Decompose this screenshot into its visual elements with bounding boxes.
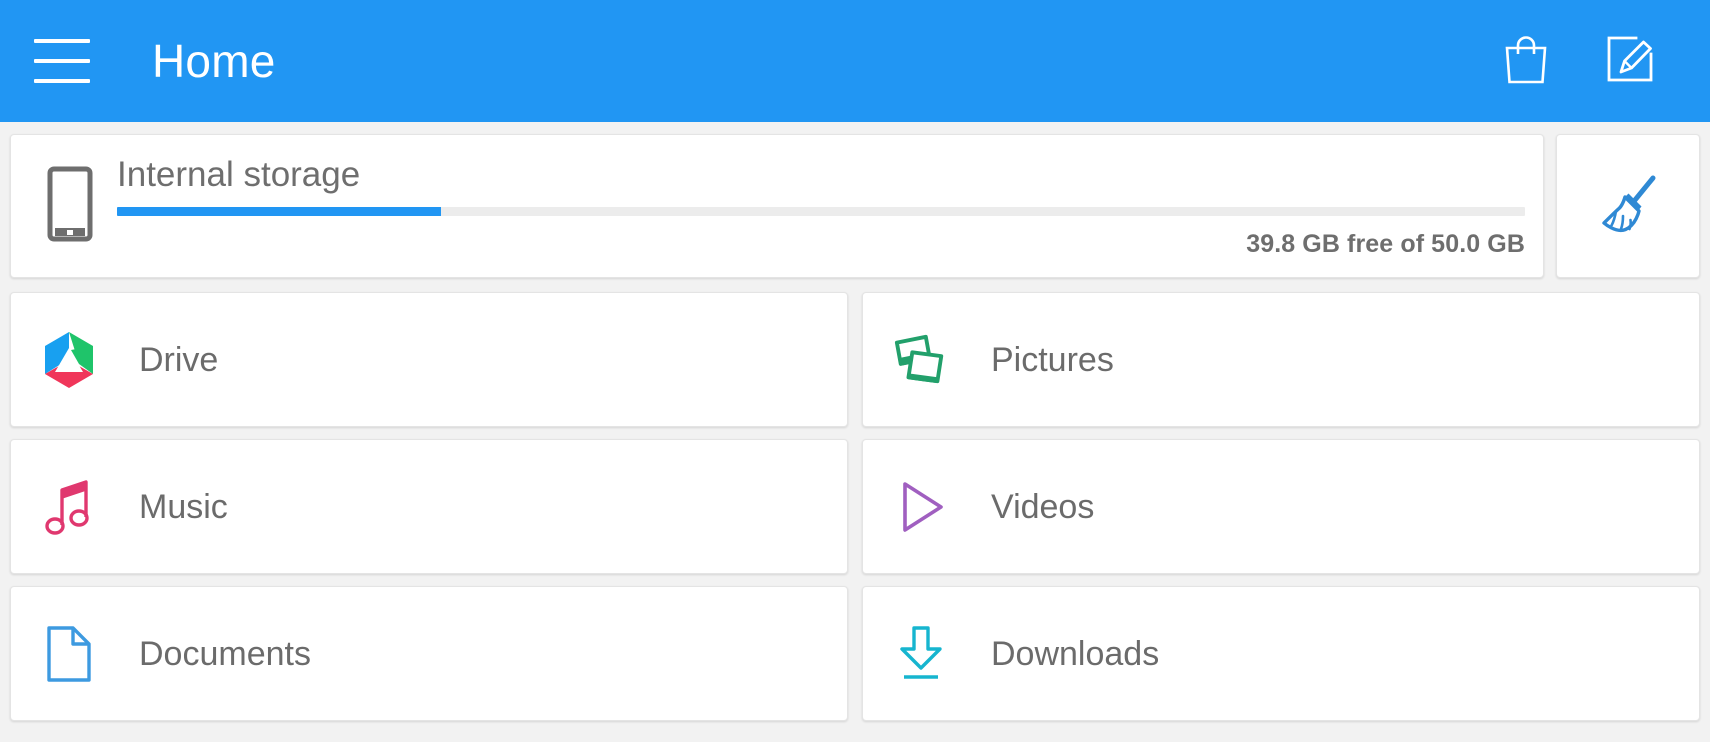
phone-icon — [47, 166, 93, 247]
shortcut-label: Documents — [139, 634, 311, 673]
app-bar-actions — [1498, 33, 1710, 89]
storage-progress-fill — [117, 207, 441, 217]
download-arrow-icon — [893, 625, 949, 682]
shortcut-drive[interactable]: Drive — [10, 292, 848, 427]
internal-storage-card[interactable]: Internal storage 39.8 GB free of 50.0 GB — [10, 134, 1544, 278]
shortcut-label: Drive — [139, 340, 219, 379]
shopping-bag-button[interactable] — [1498, 33, 1554, 89]
storage-details: Internal storage 39.8 GB free of 50.0 GB — [117, 153, 1525, 260]
storage-free-label: 39.8 GB free of 50.0 GB — [1246, 230, 1525, 259]
shortcut-videos[interactable]: Videos — [862, 439, 1700, 574]
shortcut-pictures[interactable]: Pictures — [862, 292, 1700, 427]
hamburger-line — [34, 59, 90, 63]
pictures-icon — [893, 332, 949, 388]
shortcut-documents[interactable]: Documents — [10, 586, 848, 721]
drive-hexagon-icon — [41, 331, 97, 388]
storage-title: Internal storage — [117, 154, 361, 194]
clean-storage-button[interactable] — [1556, 134, 1700, 278]
shopping-bag-icon — [1502, 33, 1550, 90]
edit-square-icon — [1605, 34, 1655, 89]
shortcut-downloads[interactable]: Downloads — [862, 586, 1700, 721]
document-page-icon — [41, 625, 97, 682]
shortcut-music[interactable]: Music — [10, 439, 848, 574]
storage-progress-bar — [117, 207, 1525, 217]
hamburger-line — [34, 79, 90, 83]
shortcut-label: Pictures — [991, 340, 1114, 379]
app-bar: Home — [0, 0, 1710, 122]
music-note-icon — [41, 479, 97, 535]
storage-row: Internal storage 39.8 GB free of 50.0 GB — [10, 134, 1700, 278]
play-triangle-icon — [893, 479, 949, 535]
main-content: Internal storage 39.8 GB free of 50.0 GB — [0, 122, 1710, 721]
hamburger-line — [34, 39, 90, 43]
page-title: Home — [152, 35, 276, 87]
hamburger-menu-icon[interactable] — [34, 39, 90, 83]
shortcut-label: Downloads — [991, 634, 1160, 673]
broom-icon — [1592, 168, 1664, 245]
shortcut-grid: Drive Pictures Music Videos Documents Do… — [10, 292, 1700, 721]
edit-button[interactable] — [1602, 33, 1658, 89]
shortcut-label: Music — [139, 487, 228, 526]
shortcut-label: Videos — [991, 487, 1095, 526]
